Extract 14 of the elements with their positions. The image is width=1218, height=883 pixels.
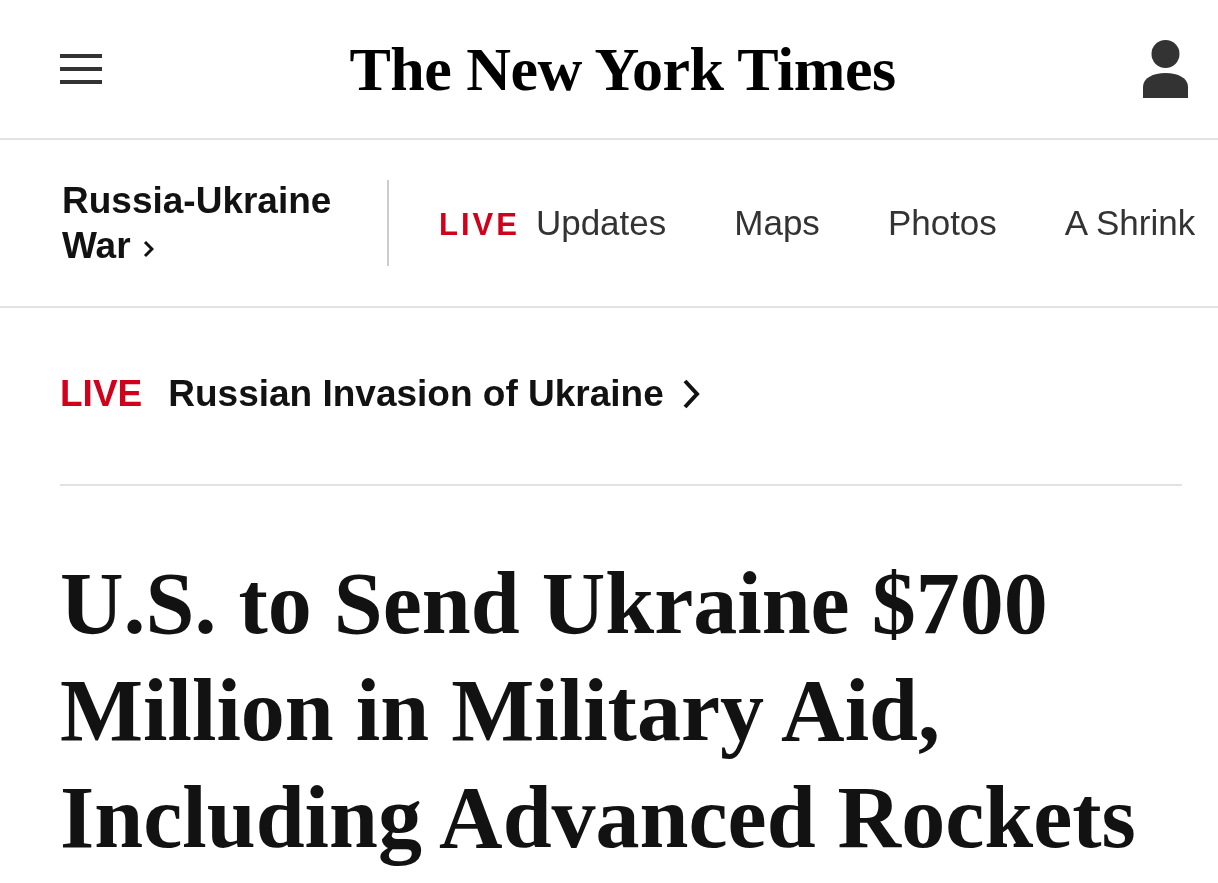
section-link[interactable]: Russia-Ukraine War: [62, 178, 357, 268]
nav-link[interactable]: Photos: [887, 196, 997, 250]
chevron-right-icon: [142, 240, 154, 258]
user-icon[interactable]: [1143, 40, 1188, 98]
menu-icon[interactable]: [60, 54, 102, 84]
nav-link[interactable]: A Shrink: [1064, 196, 1196, 250]
live-label: LIVE: [439, 205, 520, 244]
nav-link[interactable]: Maps: [734, 196, 820, 250]
nav-link[interactable]: LIVE Updates: [439, 196, 667, 250]
article-headline: U.S. to Send Ukraine $700 Million in Military Aid, Including Advanced Rockets: [60, 554, 1137, 868]
site-logo[interactable]: The New York Times: [349, 33, 896, 105]
live-banner-link[interactable]: LIVE Russian Invasion of Ukraine: [60, 372, 700, 416]
chevron-right-icon: [681, 378, 700, 410]
live-label: LIVE: [60, 372, 143, 417]
